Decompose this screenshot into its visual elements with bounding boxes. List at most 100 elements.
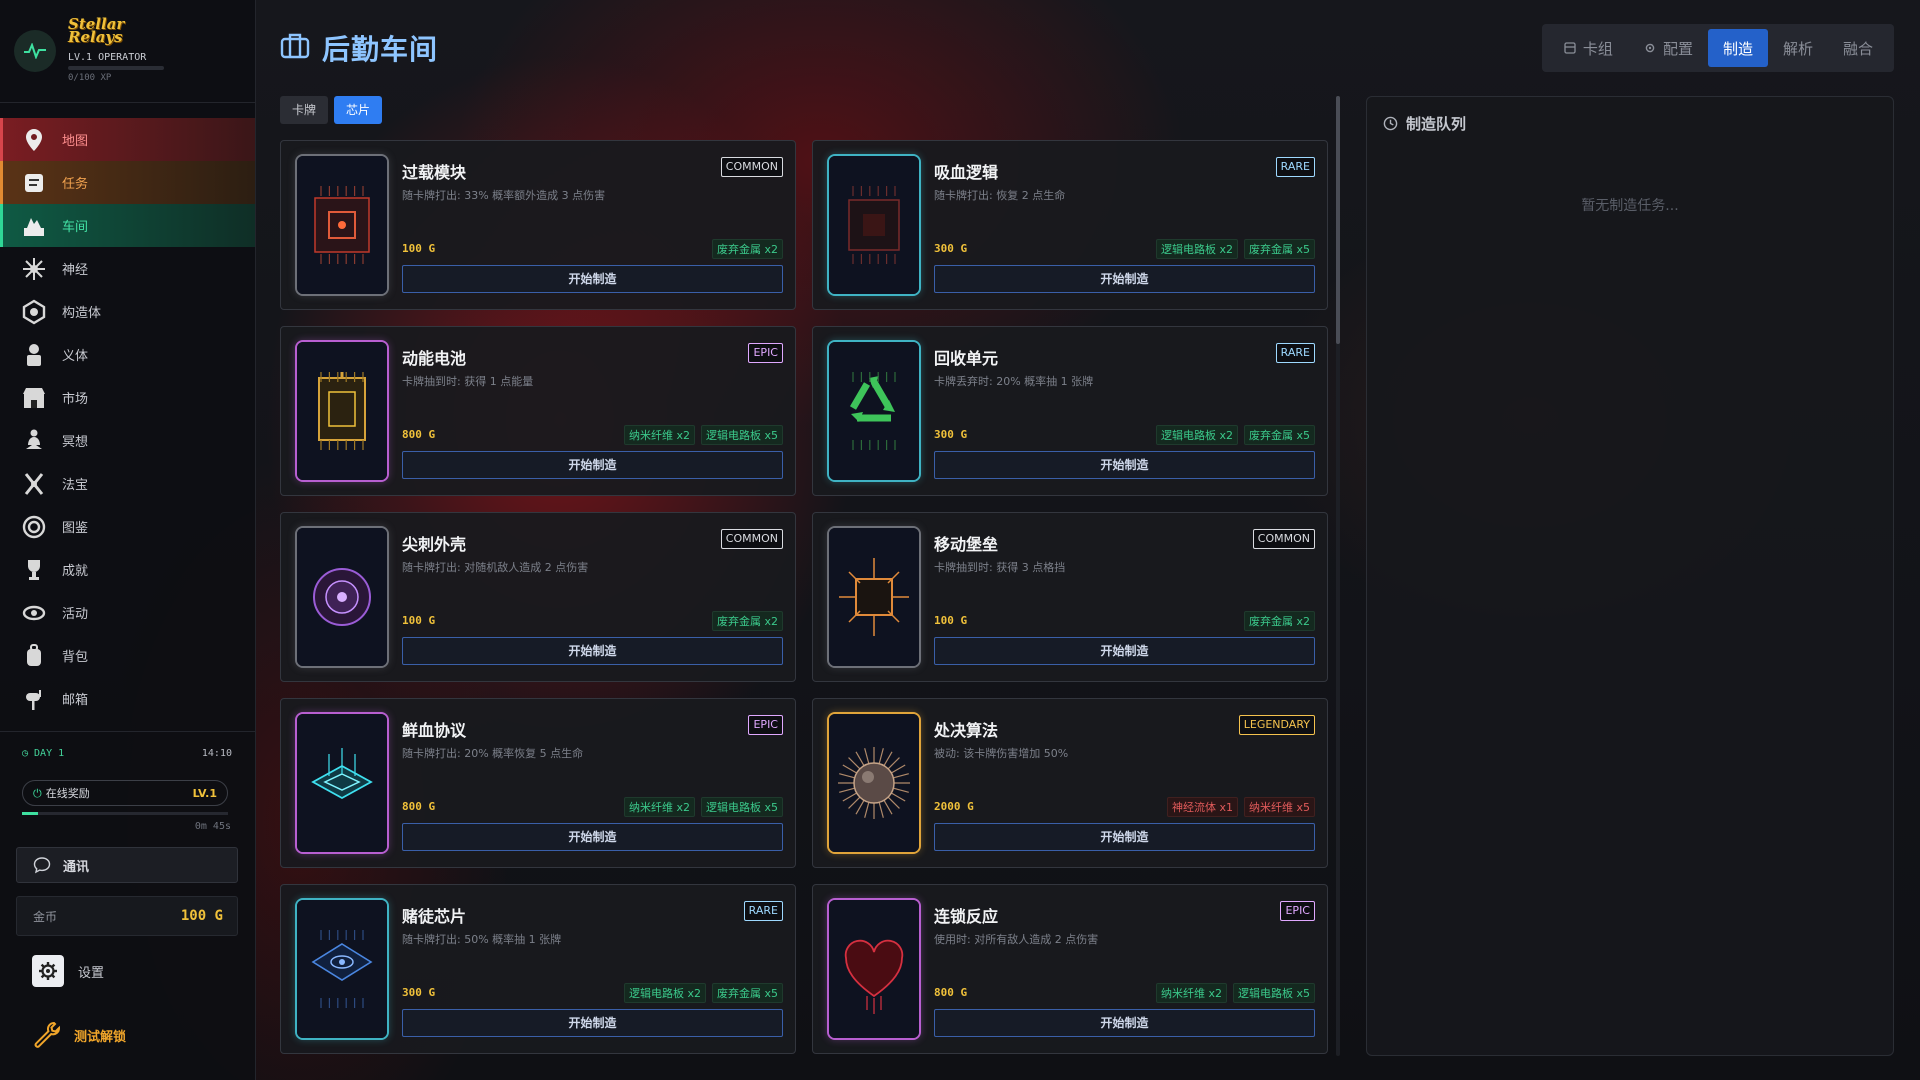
artifact-icon — [20, 470, 48, 498]
nav-item[interactable]: 车间 — [0, 204, 255, 247]
start-build-button[interactable]: 开始制造 — [402, 451, 783, 479]
nav-item[interactable]: 神经 — [0, 247, 255, 290]
nav-item-label: 神经 — [62, 263, 89, 278]
chip-name: 连锁反应 — [934, 907, 999, 926]
start-build-button[interactable]: 开始制造 — [934, 823, 1315, 851]
chip-recipe-card: 处决算法 LEGENDARY 被动: 该卡牌伤害增加 50% 2000 G 神经流体 x… — [812, 698, 1328, 868]
nav-item[interactable]: 市场 — [0, 376, 255, 419]
player-level: LV.1 OPERATOR — [68, 52, 147, 63]
build-queue-title: 制造队列 — [1383, 113, 1466, 134]
page-title: 后勤车间 — [280, 28, 438, 68]
top-tab[interactable]: 卡组 — [1548, 29, 1628, 67]
top-tab[interactable]: 制造 — [1707, 29, 1768, 67]
material-requirement: 纳米纤维 x5 — [1243, 797, 1315, 817]
top-tab[interactable]: 解析 — [1768, 29, 1828, 67]
chip-recipe-card: 赌徒芯片 RARE 随卡牌打出: 50% 概率抽 1 张牌 300 G 逻辑电路板 x2… — [280, 884, 796, 1054]
nav-item[interactable]: 义体 — [0, 333, 255, 376]
material-list: 纳米纤维 x2 逻辑电路板 x5 — [623, 425, 783, 445]
chip-description: 随卡牌打出: 恢复 2 点生命 — [934, 189, 1066, 202]
top-tab[interactable]: 配置 — [1628, 29, 1708, 67]
sub-tab[interactable]: 卡牌 — [280, 96, 329, 124]
start-build-button[interactable]: 开始制造 — [934, 1009, 1315, 1037]
nav-item[interactable]: 任务 — [0, 161, 255, 204]
coin-balance: 金币 100 G — [16, 896, 238, 936]
start-build-button[interactable]: 开始制造 — [402, 637, 783, 665]
nav-item-label: 地图 — [62, 134, 89, 149]
nav-item-label: 邮箱 — [62, 693, 89, 708]
nav-item[interactable]: 地图 — [0, 118, 255, 161]
nav-item-label: 构造体 — [62, 306, 102, 321]
start-build-button[interactable]: 开始制造 — [402, 1009, 783, 1037]
chip-description: 卡牌丢弃时: 20% 概率抽 1 张牌 — [934, 375, 1094, 388]
sub-tab[interactable]: 芯片 — [334, 96, 383, 124]
grid-scrollbar[interactable] — [1336, 96, 1340, 1056]
start-build-button[interactable]: 开始制造 — [402, 265, 783, 293]
quest-scroll-icon — [20, 169, 48, 197]
online-reward-label: ⏻ 在线奖励 — [33, 787, 90, 800]
chip-name: 鲜血协议 — [402, 721, 467, 740]
chip-name: 赌徒芯片 — [402, 907, 467, 926]
meditate-icon — [20, 427, 48, 455]
backpack-icon — [20, 642, 48, 670]
nav-item-label: 义体 — [62, 349, 89, 364]
day-status: ◷ DAY 1 14:10 — [22, 748, 232, 759]
test-unlock-button[interactable]: 测试解锁 — [32, 1020, 126, 1050]
chip-description: 随卡牌打出: 20% 概率恢复 5 点生命 — [402, 747, 584, 760]
comm-button[interactable]: 通讯 — [16, 847, 238, 883]
coin-value: 100 G — [180, 908, 223, 924]
chip-price: 100 G — [402, 614, 436, 627]
nav-item[interactable]: 冥想 — [0, 419, 255, 462]
nav-item[interactable]: 邮箱 — [0, 677, 255, 720]
chip-description: 被动: 该卡牌伤害增加 50% — [934, 747, 1069, 760]
chip-recipe-card: 动能电池 EPIC 卡牌抽到时: 获得 1 点能量 800 G 纳米纤维 x2 逻辑电路板… — [280, 326, 796, 496]
deck-icon — [1563, 41, 1577, 55]
day-label: ◷ DAY 1 — [22, 748, 65, 759]
nav-item-label: 法宝 — [62, 478, 89, 493]
chip-recipe-card: 连锁反应 EPIC 使用时: 对所有敌人造成 2 点伤害 800 G 纳米纤维 x2 逻辑… — [812, 884, 1328, 1054]
nav-item[interactable]: 背包 — [0, 634, 255, 677]
pulse-icon — [14, 30, 56, 72]
chip-art — [827, 526, 921, 668]
build-queue-panel: 制造队列 暂无制造任务... — [1366, 96, 1894, 1056]
online-timer: 0m 45s — [194, 821, 231, 832]
chip-recipe-card: 过载模块 COMMON 随卡牌打出: 33% 概率额外造成 3 点伤害 100 G 废弃… — [280, 140, 796, 310]
material-list: 逻辑电路板 x2 废弃金属 x5 — [1155, 239, 1315, 259]
top-tab-label: 融合 — [1842, 39, 1873, 58]
start-build-button[interactable]: 开始制造 — [934, 265, 1315, 293]
chip-art — [827, 712, 921, 854]
material-requirement: 逻辑电路板 x2 — [1155, 425, 1238, 445]
nav-item[interactable]: 成就 — [0, 548, 255, 591]
start-build-button[interactable]: 开始制造 — [934, 637, 1315, 665]
material-requirement: 废弃金属 x2 — [1243, 611, 1315, 631]
nav-item[interactable]: 法宝 — [0, 462, 255, 505]
settings-button[interactable]: 设置 — [32, 955, 104, 987]
chip-price: 300 G — [934, 428, 968, 441]
rarity-badge: RARE — [743, 901, 783, 921]
rarity-badge: COMMON — [720, 529, 783, 549]
sidebar: Stellar Relays LV.1 OPERATOR 0/100 XP 地图… — [0, 0, 256, 1080]
material-requirement: 纳米纤维 x2 — [623, 797, 695, 817]
nav-item[interactable]: 图鉴 — [0, 505, 255, 548]
cyborg-icon — [20, 341, 48, 369]
material-requirement: 废弃金属 x5 — [1243, 425, 1315, 445]
nav-item[interactable]: 活动 — [0, 591, 255, 634]
nav-item-label: 图鉴 — [62, 521, 89, 536]
top-tab[interactable]: 融合 — [1828, 29, 1888, 67]
workshop-icon — [20, 212, 48, 240]
start-build-button[interactable]: 开始制造 — [402, 823, 783, 851]
chip-description: 随卡牌打出: 50% 概率抽 1 张牌 — [402, 933, 562, 946]
start-build-button[interactable]: 开始制造 — [934, 451, 1315, 479]
chip-art — [827, 154, 921, 296]
chip-price: 800 G — [402, 428, 436, 441]
briefcase-icon — [280, 31, 310, 66]
chip-name: 动能电池 — [402, 349, 467, 368]
rarity-badge: RARE — [1275, 343, 1315, 363]
material-list: 废弃金属 x2 — [711, 611, 783, 631]
online-reward-button[interactable]: ⏻ 在线奖励 LV.1 — [22, 780, 228, 806]
chip-recipe-card: 回收单元 RARE 卡牌丢弃时: 20% 概率抽 1 张牌 300 G 逻辑电路板 x2… — [812, 326, 1328, 496]
chip-price: 800 G — [934, 986, 968, 999]
material-requirement: 逻辑电路板 x5 — [1232, 983, 1315, 1003]
nav-item[interactable]: 构造体 — [0, 290, 255, 333]
material-requirement: 逻辑电路板 x2 — [623, 983, 706, 1003]
chip-price: 300 G — [934, 242, 968, 255]
